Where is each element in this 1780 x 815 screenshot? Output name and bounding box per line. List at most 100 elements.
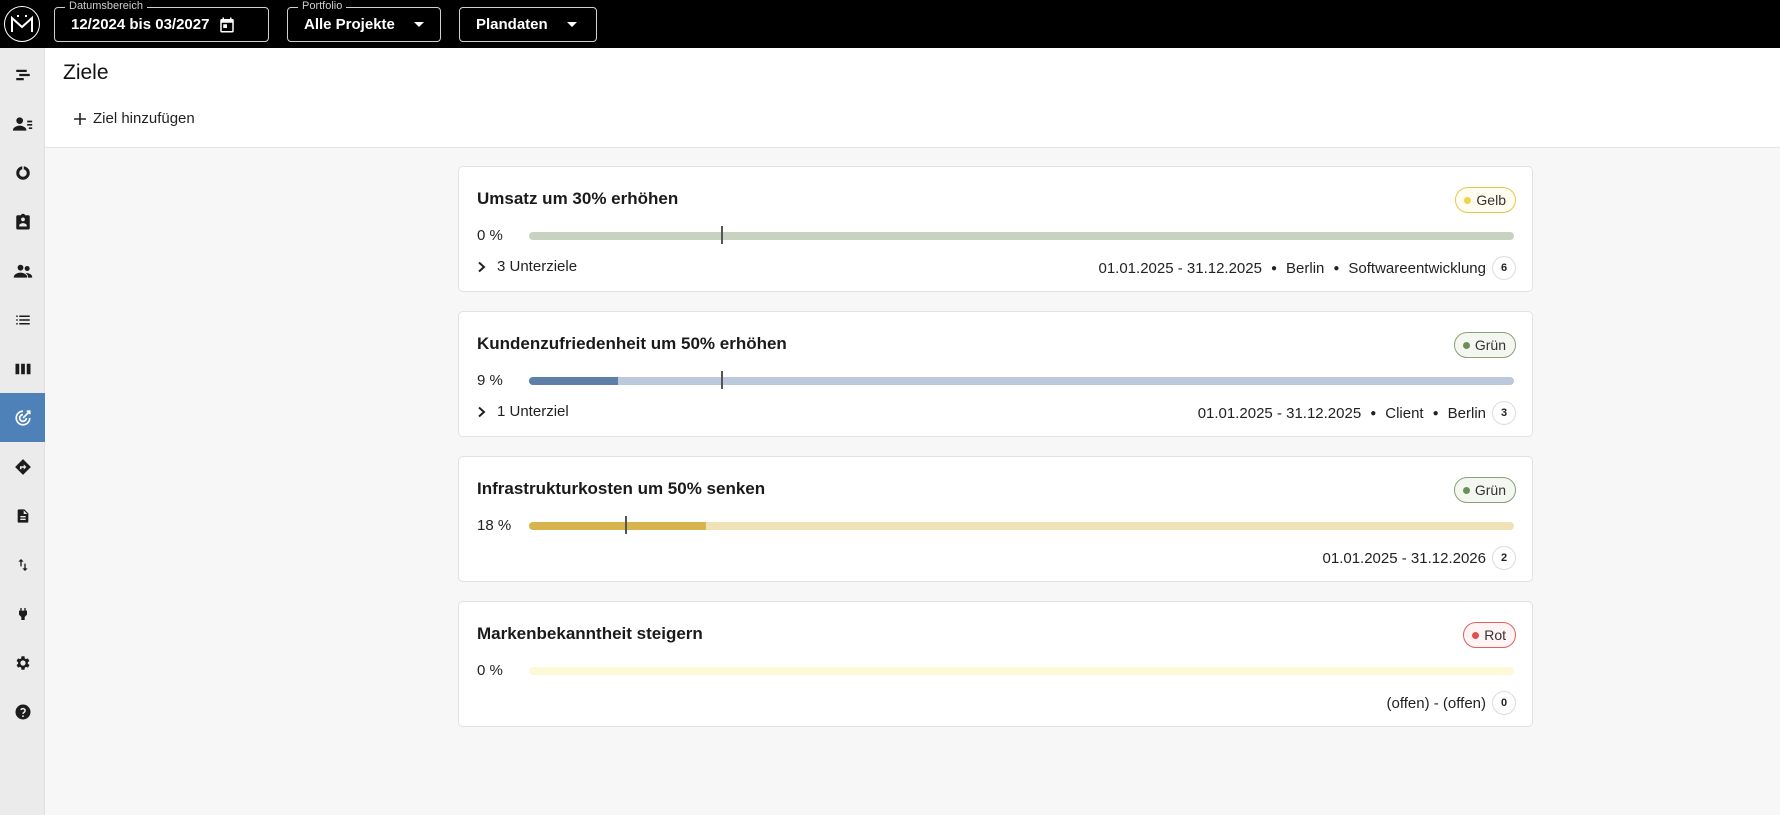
subgoals-label: 3 Unterziele [497,258,578,275]
calendar-icon[interactable] [218,16,236,34]
portfolio-legend: Portfolio [298,0,347,12]
status-label: Gelb [1476,192,1506,208]
user-list-icon [12,116,32,131]
sidebar-item-help[interactable] [0,687,45,736]
donut-chart-icon [15,165,30,180]
goal-meta: 01.01.2025 - 31.12.2026 2 [1323,546,1516,570]
sidebar-item-assignments[interactable] [0,197,45,246]
goal-date-range: (offen) - (offen) [1386,694,1487,712]
status-label: Rot [1484,627,1506,643]
portfolio-select[interactable]: Portfolio Alle Projekte [287,0,441,42]
time-marker [625,516,627,534]
count-badge: 2 [1492,546,1516,570]
count-badge: 6 [1492,256,1516,280]
status-badge: Grün [1453,332,1516,358]
data-mode-value: Plandaten [476,16,548,33]
badge-clipboard-icon [15,213,30,229]
add-goal-button[interactable]: Ziel hinzufügen [73,110,195,127]
goal-tag: Softwareentwicklung [1348,259,1486,277]
goal-tag: Client [1385,404,1424,422]
progress-percent: 18 % [477,517,512,534]
goal-tag: Berlin [1286,259,1325,277]
sidebar-item-documents[interactable] [0,491,45,540]
progress-percent: 0 % [477,662,503,679]
chevron-down-icon [566,22,577,27]
progress-bar [529,232,1514,240]
document-icon [17,508,28,523]
time-marker [721,226,723,244]
logo-mark-icon [11,15,33,32]
board-columns-icon [15,363,30,374]
count-badge: 3 [1492,401,1516,425]
help-icon [15,704,30,719]
goal-meta: 01.01.2025 - 31.12.2025 ● Client ● Berli… [1198,401,1516,425]
goal-meta: (offen) - (offen) 0 [1386,691,1516,715]
subgoals-toggle[interactable]: 3 Unterziele [477,258,577,275]
goal-card[interactable]: Kundenzufriedenheit um 50% erhöhen Grün … [458,311,1533,437]
status-badge: Gelb [1455,187,1516,213]
status-dot-icon [1462,486,1470,494]
gear-icon [16,655,29,670]
goal-date-range: 01.01.2025 - 31.12.2025 [1197,404,1362,422]
status-dot-icon [1472,631,1480,639]
status-label: Grün [1474,337,1506,353]
time-marker [721,371,723,389]
gantt-icon [15,69,30,80]
count-badge: 0 [1492,691,1516,715]
progress-bar [529,667,1514,675]
people-icon [13,264,32,278]
progress-percent: 9 % [477,372,503,389]
goal-card[interactable]: Infrastrukturkosten um 50% senken Grün 1… [458,456,1533,582]
progress-fill [529,522,707,530]
sidebar-item-roadmap[interactable] [0,442,45,491]
sidebar-item-gantt[interactable] [0,50,45,99]
app-logo[interactable] [4,6,40,42]
chevron-right-icon [478,406,486,417]
page-header: Ziele Ziel hinzufügen [45,48,1780,148]
target-icon [14,409,31,426]
chevron-down-icon [413,22,424,27]
list-icon [15,315,30,324]
status-dot-icon [1462,341,1470,349]
goal-date-range: 01.01.2025 - 31.12.2026 [1322,549,1486,567]
data-mode-select[interactable]: Plandaten [459,7,597,42]
roadmap-sign-icon [14,458,31,475]
status-badge: Grün [1453,477,1516,503]
goal-card[interactable]: Umsatz um 30% erhöhen Gelb 0 % 3 Unterzi… [458,166,1533,292]
sidebar-item-team[interactable] [0,246,45,295]
sidebar-item-settings[interactable] [0,638,45,687]
sidebar-item-reports[interactable] [0,148,45,197]
goal-meta: 01.01.2025 - 31.12.2025 ● Berlin ● Softw… [1098,256,1516,280]
sidebar-item-tasks[interactable] [0,295,45,344]
date-range-legend: Datumsbereich [65,0,147,12]
goal-title: Umsatz um 30% erhöhen [477,189,679,208]
date-range-value: 12/2024 bis 03/2027 [71,16,210,33]
sidebar-item-board[interactable] [0,344,45,393]
subgoals-label: 1 Unterziel [497,403,569,420]
goal-title: Infrastrukturkosten um 50% senken [477,479,766,498]
sidebar-item-goals[interactable] [0,393,45,442]
sidebar-item-integrations[interactable] [0,589,45,638]
sidebar-item-resources[interactable] [0,99,45,148]
top-bar: Datumsbereich 12/2024 bis 03/2027 Portfo… [0,0,1780,48]
plug-icon [18,607,27,620]
sidebar-item-import-export[interactable] [0,540,45,589]
goal-tag: Berlin [1447,404,1486,422]
progress-fill [529,377,618,385]
status-label: Grün [1474,482,1506,498]
page-title: Ziele [63,61,109,84]
add-goal-label: Ziel hinzufügen [93,110,195,127]
portfolio-value: Alle Projekte [304,16,395,33]
date-range-field[interactable]: Datumsbereich 12/2024 bis 03/2027 [54,0,269,42]
subgoals-toggle[interactable]: 1 Unterziel [477,403,569,420]
goal-date-range: 01.01.2025 - 31.12.2025 [1098,259,1262,277]
chevron-right-icon [478,261,486,272]
status-dot-icon [1464,196,1472,204]
progress-percent: 0 % [477,227,503,244]
swap-vertical-icon [17,558,28,571]
progress-bar [529,377,1514,385]
goal-card[interactable]: Markenbekanntheit steigern Rot 0 % (offe… [458,601,1533,727]
progress-bar [529,522,1514,530]
goal-title: Kundenzufriedenheit um 50% erhöhen [477,334,787,353]
goal-title: Markenbekanntheit steigern [477,624,703,643]
